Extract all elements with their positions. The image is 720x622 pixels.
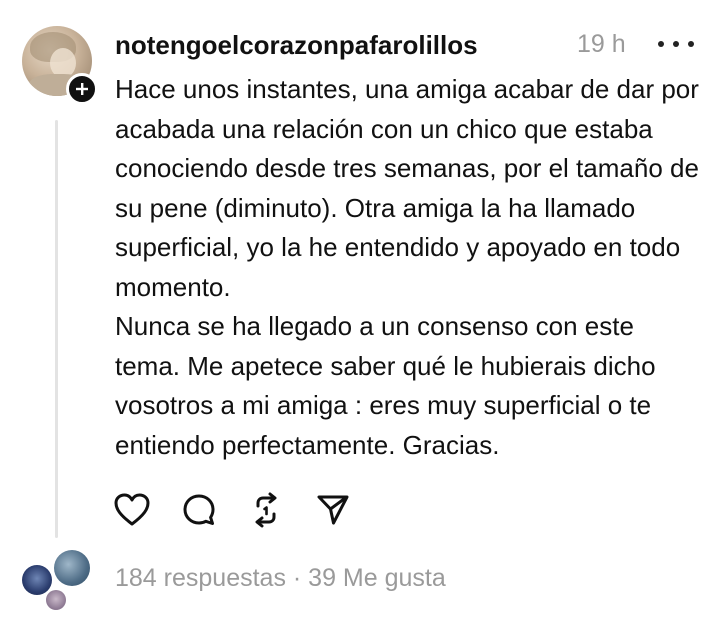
share-button[interactable] <box>313 490 353 530</box>
post-paragraph: Nunca se ha llegado a un consenso con es… <box>115 311 656 460</box>
post-paragraph: Hace unos instantes, una amiga acabar de… <box>115 74 699 302</box>
more-dot-icon <box>658 41 664 47</box>
more-dot-icon <box>673 41 679 47</box>
share-icon <box>317 495 349 525</box>
replier-avatars <box>20 548 100 618</box>
heart-icon <box>114 493 150 526</box>
post-stats[interactable]: 184 respuestas · 39 Me gusta <box>115 564 446 593</box>
timestamp: 19 h <box>577 30 626 58</box>
replier-avatar <box>22 565 52 595</box>
follow-button[interactable] <box>66 73 98 105</box>
username[interactable]: notengoelcorazonpafarolillos <box>115 30 478 61</box>
replier-avatar <box>54 550 90 586</box>
repost-button[interactable] <box>246 490 286 530</box>
comment-icon <box>183 494 215 525</box>
plus-icon <box>76 83 88 95</box>
repost-icon <box>255 492 277 528</box>
thread-line <box>55 120 58 538</box>
replier-avatar <box>46 590 66 610</box>
more-dot-icon <box>688 41 694 47</box>
more-options-button[interactable] <box>658 34 694 54</box>
post-body: Hace unos instantes, una amiga acabar de… <box>115 70 705 465</box>
action-bar <box>112 488 380 532</box>
like-button[interactable] <box>112 490 152 530</box>
reply-button[interactable] <box>179 490 219 530</box>
